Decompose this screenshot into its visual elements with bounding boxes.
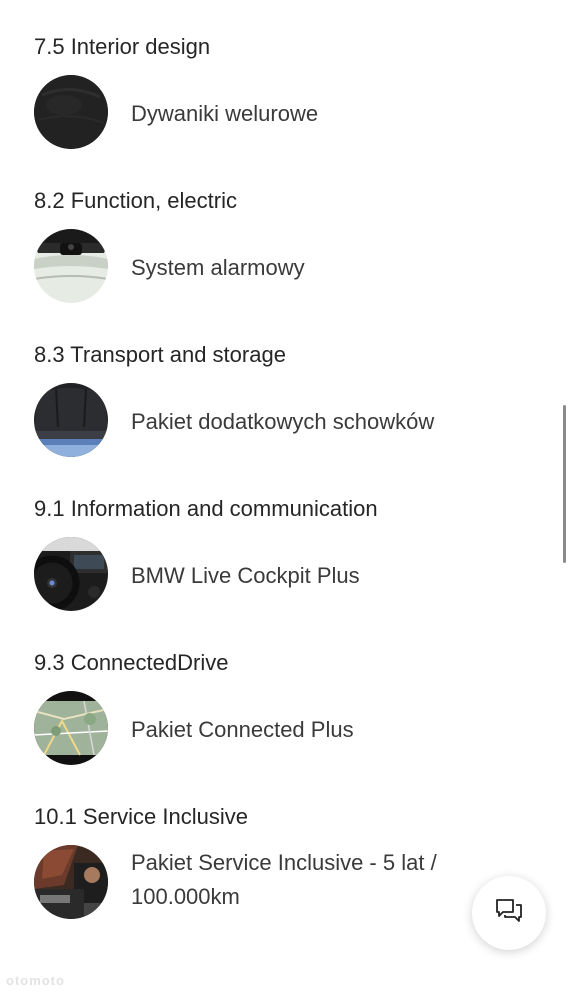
equipment-item[interactable]: Dywaniki welurowe bbox=[34, 75, 534, 149]
service-mechanic-thumbnail bbox=[34, 845, 108, 919]
section-title: 8.3 Transport and storage bbox=[34, 342, 286, 367]
equipment-item[interactable]: Pakiet dodatkowych schowków bbox=[34, 383, 534, 457]
equipment-label: Pakiet dodatkowych schowków bbox=[131, 409, 435, 434]
cockpit-thumbnail bbox=[34, 537, 108, 611]
equipment-label: System alarmowy bbox=[131, 255, 305, 280]
storage-package-thumbnail bbox=[34, 383, 108, 457]
equipment-item[interactable]: System alarmowy bbox=[34, 229, 534, 303]
velour-mat-thumbnail bbox=[34, 75, 108, 149]
navigation-map-thumbnail bbox=[34, 691, 108, 765]
scrollbar[interactable] bbox=[563, 405, 566, 563]
alarm-system-thumbnail bbox=[34, 229, 108, 303]
equipment-item[interactable]: Pakiet Connected Plus bbox=[34, 691, 534, 765]
equipment-list-page: 7.5 Interior design Dywaniki welurowe 8.… bbox=[0, 0, 570, 999]
section-title: 7.5 Interior design bbox=[34, 34, 211, 59]
section-title: 9.3 ConnectedDrive bbox=[34, 650, 229, 675]
chat-button[interactable] bbox=[472, 876, 546, 950]
section-title: 10.1 Service Inclusive bbox=[34, 804, 248, 829]
equipment-label: BMW Live Cockpit Plus bbox=[131, 563, 360, 588]
chat-bubbles-icon bbox=[494, 896, 524, 931]
equipment-item[interactable]: Pakiet Service Inclusive - 5 lat / 100.0… bbox=[34, 845, 534, 919]
watermark: otomoto bbox=[6, 973, 65, 988]
section-title: 8.2 Function, electric bbox=[34, 188, 237, 213]
section-title: 9.1 Information and communication bbox=[34, 496, 378, 521]
equipment-label: Pakiet Connected Plus bbox=[131, 717, 354, 742]
equipment-label: Pakiet Service Inclusive - 5 lat / 100.0… bbox=[131, 850, 437, 909]
equipment-item[interactable]: BMW Live Cockpit Plus bbox=[34, 537, 534, 611]
equipment-label: Dywaniki welurowe bbox=[131, 101, 319, 126]
